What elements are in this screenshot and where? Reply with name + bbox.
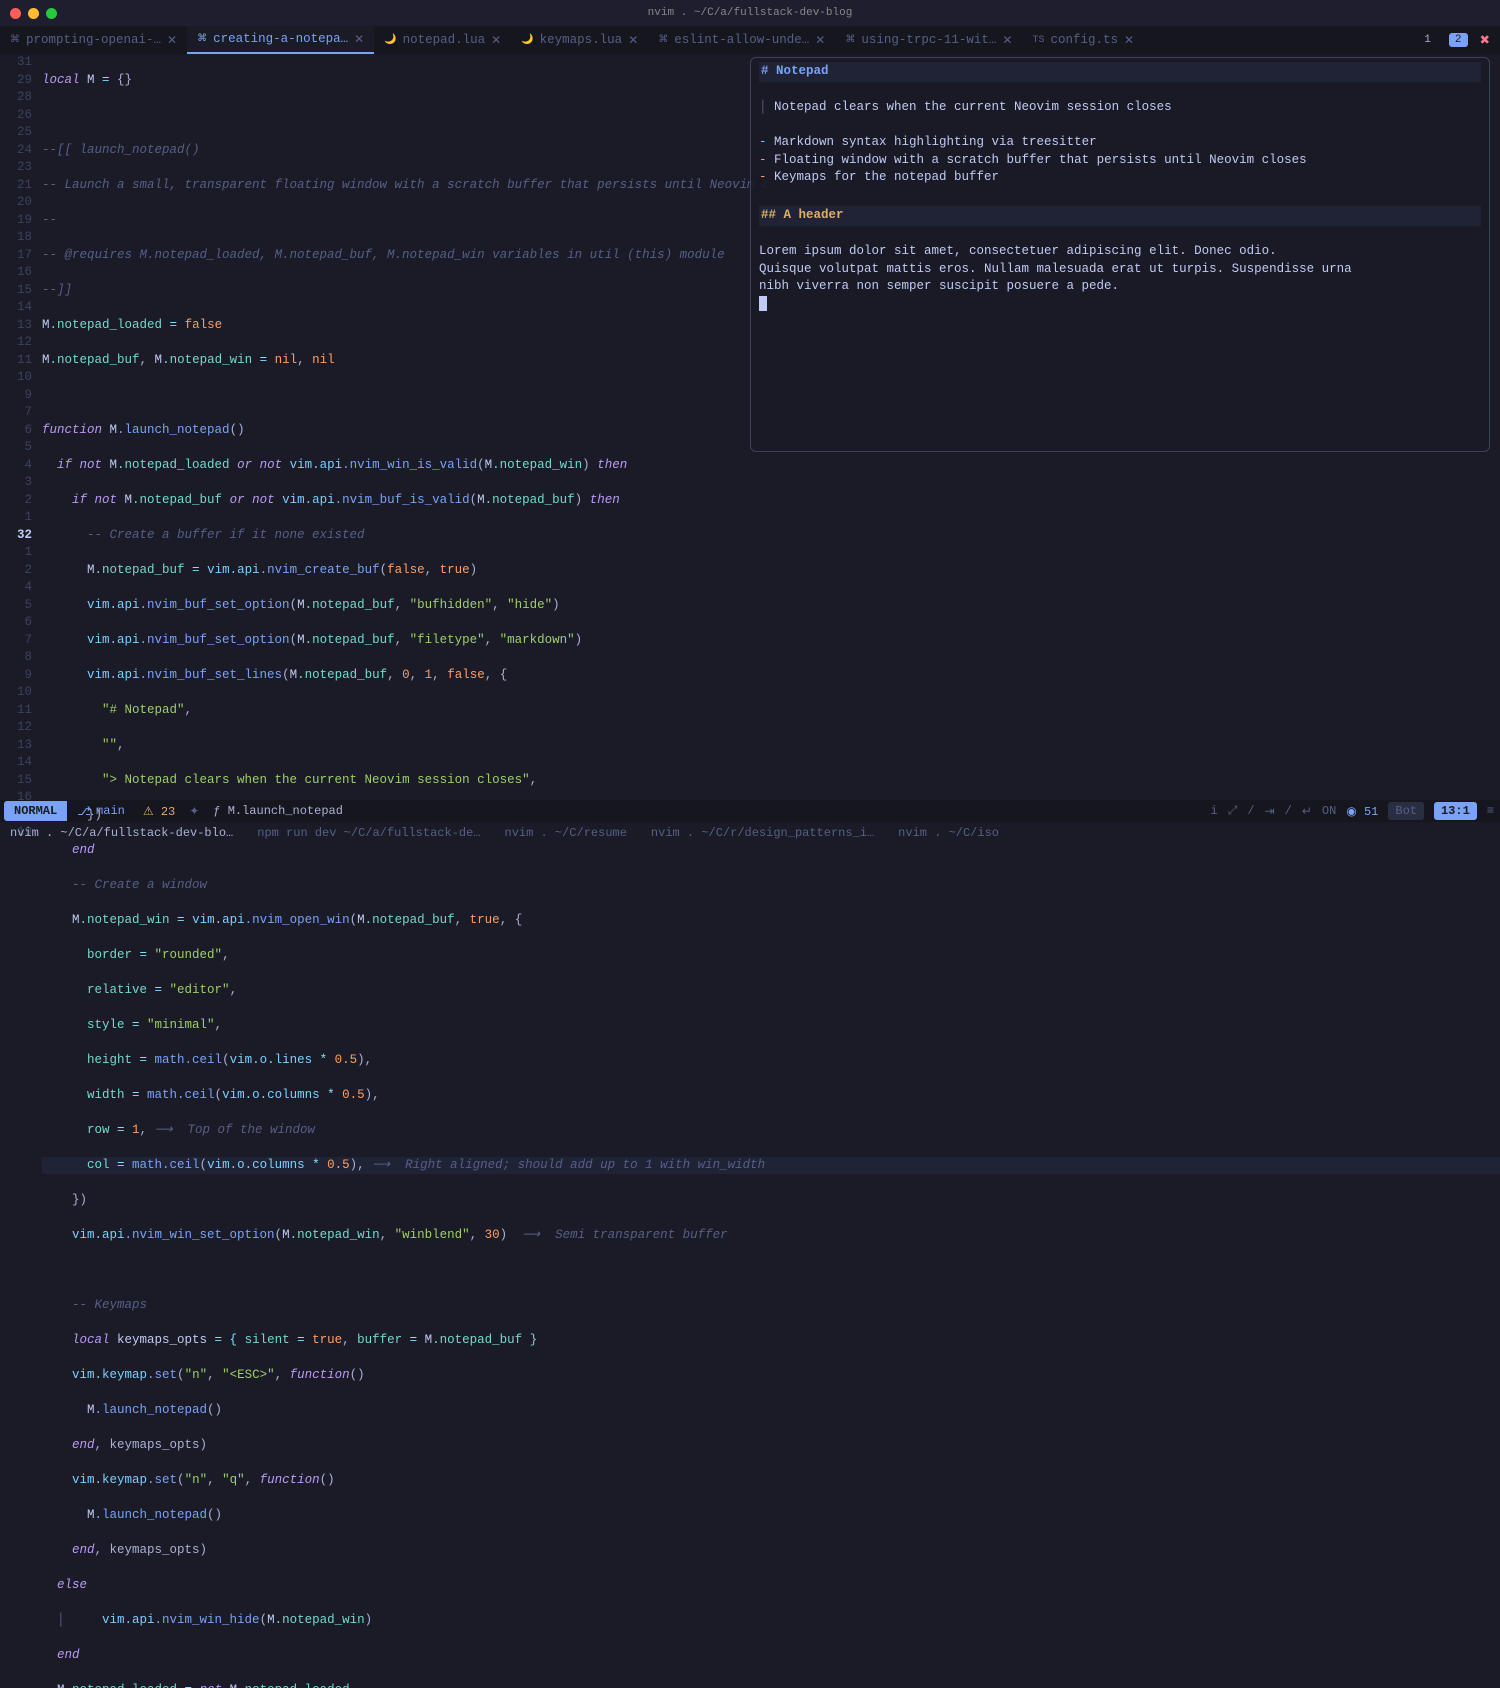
notepad-paragraph: Quisque volutpat mattis eros. Nullam mal…: [759, 261, 1481, 279]
notepad-heading-2: ## A header: [759, 206, 1481, 226]
tab-keymaps-lua[interactable]: 🌙 keymaps.lua ✕: [511, 26, 648, 54]
line-count: ◉ 51: [1346, 804, 1378, 819]
branch-icon: ⎇: [77, 804, 91, 819]
close-icon[interactable]: [10, 8, 21, 19]
tab-using-trpc[interactable]: ⌘ using-trpc-11-wit… ✕: [835, 26, 1022, 54]
tab-icon: ⇥: [1265, 804, 1275, 819]
close-icon[interactable]: ✕: [628, 33, 638, 48]
tab-label: using-trpc-11-wit…: [861, 33, 996, 47]
maximize-icon[interactable]: [46, 8, 57, 19]
newline-icon: ↵: [1302, 804, 1312, 819]
blockquote-bar-icon: │: [759, 100, 774, 114]
markdown-icon: ⌘: [197, 33, 207, 45]
notepad-bullet: Floating window with a scratch buffer th…: [774, 153, 1307, 167]
traffic-lights: [10, 8, 57, 19]
cursor-icon: [759, 296, 767, 311]
tmux-window[interactable]: nvim . ~/C/r/design_patterns_i…: [651, 826, 874, 840]
tmux-window[interactable]: nvim . ~/C/resume: [505, 826, 627, 840]
lua-icon: 🌙: [521, 34, 533, 46]
current-function: ƒ M.launch_notepad: [205, 804, 351, 818]
error-icon[interactable]: ✖: [1480, 32, 1490, 48]
tab-prompting-openai[interactable]: ⌘ prompting-openai-… ✕: [0, 26, 187, 54]
minimize-icon[interactable]: [28, 8, 39, 19]
markdown-icon: ⌘: [10, 34, 20, 46]
function-icon: ƒ: [213, 804, 220, 818]
info-icon: i: [1211, 804, 1218, 818]
markdown-icon: ⌘: [658, 34, 668, 46]
close-icon[interactable]: ✕: [354, 32, 364, 47]
close-icon[interactable]: ✕: [491, 33, 501, 48]
git-branch: ⎇main: [67, 804, 135, 819]
notepad-paragraph: Lorem ipsum dolor sit amet, consectetuer…: [759, 243, 1481, 261]
close-icon[interactable]: ✕: [815, 33, 825, 48]
tab-count-1: 1: [1418, 33, 1437, 47]
notepad-float-window[interactable]: # Notepad │ Notepad clears when the curr…: [750, 57, 1490, 452]
diagnostics-warn[interactable]: ⚠ 23: [135, 804, 183, 819]
notepad-paragraph: nibh viverra non semper suscipit posuere…: [759, 278, 1481, 296]
notepad-bullet: Keymaps for the notepad buffer: [774, 170, 999, 184]
status-on: ON: [1322, 804, 1336, 818]
close-icon[interactable]: ✕: [167, 33, 177, 48]
markdown-icon: ⌘: [845, 34, 855, 46]
bullet-icon: -: [759, 153, 774, 167]
tab-label: eslint-allow-unde…: [674, 33, 809, 47]
vim-mode-indicator: NORMAL: [4, 801, 67, 821]
cursor-position: 13:1: [1434, 802, 1477, 820]
macos-titlebar: nvim . ~/C/a/fullstack-dev-blog: [0, 0, 1500, 26]
close-icon[interactable]: ✕: [1124, 33, 1134, 48]
tab-label: keymaps.lua: [540, 33, 623, 47]
tab-label: notepad.lua: [403, 33, 486, 47]
window-title: nvim . ~/C/a/fullstack-dev-blog: [648, 7, 853, 19]
lua-icon: 🌙: [384, 34, 396, 46]
tab-eslint-allow[interactable]: ⌘ eslint-allow-unde… ✕: [648, 26, 835, 54]
bullet-icon: -: [759, 170, 774, 184]
bullet-icon: -: [759, 135, 774, 149]
tab-label: creating-a-notepa…: [213, 32, 348, 46]
buffer-tab-bar: ⌘ prompting-openai-… ✕ ⌘ creating-a-notepa……: [0, 26, 1500, 54]
close-icon[interactable]: ✕: [1002, 33, 1012, 48]
tabbar-right: 1 2 ✖: [1418, 32, 1500, 48]
typescript-icon: TS: [1032, 35, 1044, 46]
expand-icon: ⤢: [1228, 804, 1238, 818]
tmux-window[interactable]: nvim . ~/C/iso: [898, 826, 999, 840]
statusline-right: i ⤢ / ⇥ / ↵ ON ◉ 51 Bot 13:1 ≡: [1211, 802, 1500, 820]
tab-notepad-lua[interactable]: 🌙 notepad.lua ✕: [374, 26, 511, 54]
tmux-window[interactable]: nvim . ~/C/a/fullstack-dev-blo…: [10, 826, 233, 840]
notepad-heading-1: # Notepad: [759, 62, 1481, 82]
tab-label: prompting-openai-…: [26, 33, 161, 47]
tab-config-ts[interactable]: TS config.ts ✕: [1022, 26, 1144, 54]
scroll-position: Bot: [1388, 802, 1424, 820]
tmux-window[interactable]: npm run dev ~/C/a/fullstack-de…: [257, 826, 480, 840]
tab-count-2: 2: [1449, 33, 1468, 47]
notepad-quote: Notepad clears when the current Neovim s…: [774, 100, 1172, 114]
tab-creating-a-notepad[interactable]: ⌘ creating-a-notepa… ✕: [187, 26, 374, 54]
tab-label: config.ts: [1050, 33, 1118, 47]
line-number-gutter: 31 2928 26252423 21201918171615141312111…: [0, 54, 42, 800]
notepad-bullet: Markdown syntax highlighting via treesit…: [774, 135, 1097, 149]
